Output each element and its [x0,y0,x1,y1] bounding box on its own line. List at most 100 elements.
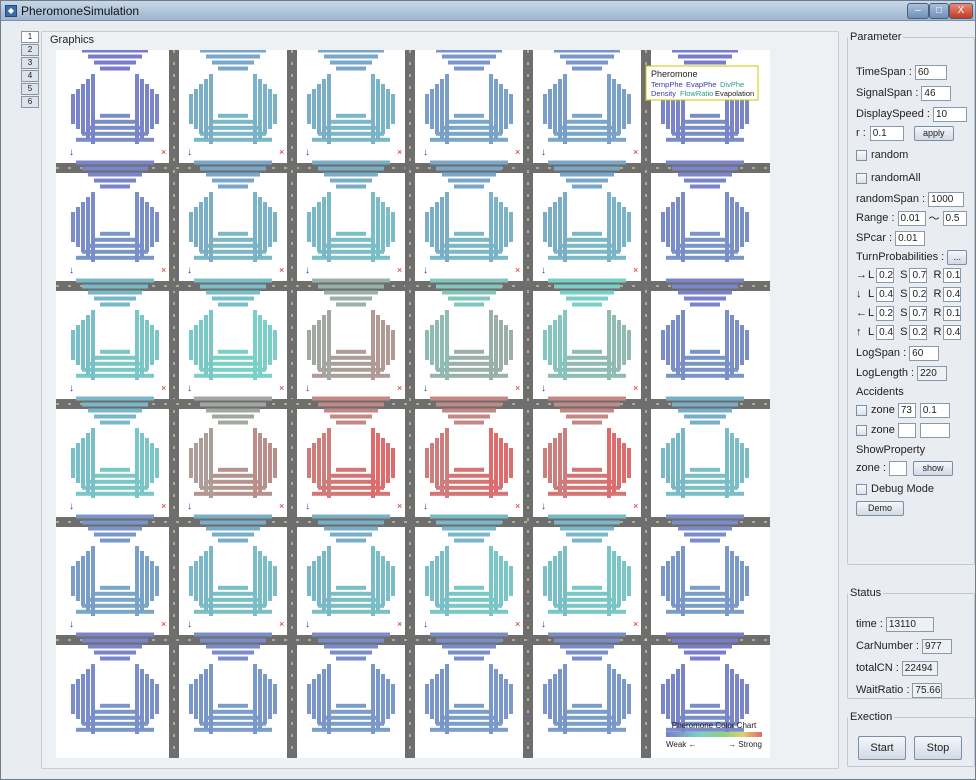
r-input[interactable]: 0.1 [869,125,904,141]
pheromone-bar [381,438,385,488]
pheromone-bar [442,597,496,602]
tab-3[interactable]: 3 [21,57,39,69]
pheromone-bar [253,74,257,144]
legend-heading: Pheromone [651,69,698,79]
horizontal-road [56,517,770,527]
pheromone-bar [442,408,496,413]
pheromone-bar [71,448,75,478]
turn-up-r-input[interactable]: 0.4 [943,324,962,340]
exection-group: Exection Start Stop [847,711,975,767]
pheromone-bar [442,290,496,295]
pheromone-bar [218,113,248,118]
pheromone-bar [690,585,720,590]
pheromone-bar [88,597,142,602]
turn-right-r-input[interactable]: 0.1 [943,267,962,283]
pheromone-bar [324,172,378,177]
turn-down-r-input[interactable]: 0.4 [943,286,962,302]
maximize-button[interactable]: □ [929,3,949,19]
range-max-input[interactable]: 0.5 [942,210,967,226]
pheromone-bar [76,396,154,401]
stop-marker: × [515,383,520,393]
turn-right-l-input[interactable]: 0.2 [876,267,895,283]
accident-zone2-rate-input[interactable] [919,422,950,438]
tab-strip: 1 2 3 4 5 6 [21,31,41,109]
pheromone-bar [376,197,380,257]
accident-zone2-checkbox[interactable] [856,424,867,436]
pheromone-bar [554,284,620,289]
pheromone-bar [572,467,602,472]
start-button[interactable]: Start [858,736,906,760]
demo-button[interactable]: Demo [856,500,904,516]
randomspan-input[interactable]: 1000 [928,191,965,207]
pheromone-bar [263,202,267,252]
random-checkbox[interactable] [856,149,867,161]
accident-zone1-checkbox[interactable] [856,404,867,416]
pheromone-bar [206,715,260,720]
turn-down-s-input[interactable]: 0.2 [909,286,928,302]
show-button[interactable]: show [912,460,953,476]
direction-arrow: ↓ [187,501,192,512]
pheromone-bar [622,679,626,719]
pheromone-bar [312,207,316,247]
pheromone-bar [218,420,248,425]
pheromone-bar [381,674,385,724]
accident-zone2-input[interactable] [897,422,916,438]
turnprob-label: TurnProbabilities : [856,251,945,263]
colorchart-title: Pheromone Color Chart [672,721,757,730]
pheromone-bar [327,546,331,616]
range-min-input[interactable]: 0.01 [897,210,926,226]
pheromone-bar [499,556,503,606]
turn-left-r-input[interactable]: 0.1 [943,305,962,321]
loglength-label: LogLength : [856,367,915,379]
accident-zone1-rate-input[interactable]: 0.1 [919,402,950,418]
displayspeed-input[interactable]: 10 [933,106,967,122]
close-button[interactable]: X [949,3,973,19]
tab-4[interactable]: 4 [21,70,39,82]
legend-flowratio: FlowRatio [680,89,713,98]
minimize-button[interactable]: – [907,3,929,19]
accident-zone1-input[interactable]: 73 [897,402,916,418]
pheromone-bar [627,684,631,714]
tab-2[interactable]: 2 [21,44,39,56]
signalspan-input[interactable]: 46 [921,85,952,101]
pheromone-bar [671,320,675,370]
stop-button[interactable]: Stop [914,736,962,760]
tab-6[interactable]: 6 [21,96,39,108]
turn-up-l-input[interactable]: 0.4 [876,324,895,340]
spcar-input[interactable]: 0.01 [895,230,926,246]
turn-up-s-input[interactable]: 0.2 [909,324,928,340]
turnprob-button[interactable]: ... [947,249,968,265]
pheromone-bar [730,669,734,729]
pheromone-bar [199,320,203,370]
turn-right-s-input[interactable]: 0.7 [909,267,928,283]
turn-down-l-input[interactable]: 0.4 [876,286,895,302]
logspan-input[interactable]: 60 [909,345,940,361]
pheromone-bar [200,402,266,407]
direction-arrow: ↓ [69,501,74,512]
tab-5[interactable]: 5 [21,83,39,95]
pheromone-bar [430,396,508,401]
turn-left-s-input[interactable]: 0.7 [909,305,928,321]
pheromone-bar [430,89,434,129]
pheromone-bar [494,79,498,139]
showproperty-zone-input[interactable] [888,460,907,476]
stop-marker: × [397,383,402,393]
simulation-canvas[interactable]: × ↓ × ↓ × ↓ × ↓ × ↓ × ↓ × ↓ × ↓ × ↓ × ↓ × ↓ × ↓ × ↓ × ↓ × ↓ × ↓ × ↓ × ↓ × ↓ × ↓… [56,42,770,758]
pheromone-bar [548,514,626,519]
pheromone-bar [324,54,378,59]
legend-evapolation: Evapolation [715,89,754,98]
pheromone-bar [430,632,508,637]
pheromone-bar [330,650,372,655]
debug-checkbox[interactable] [856,483,867,495]
pheromone-bar [666,396,744,401]
pheromone-bar [324,243,378,248]
tab-1[interactable]: 1 [21,31,39,43]
pheromone-bar [504,679,508,719]
randomall-checkbox[interactable] [856,172,867,184]
apply-button[interactable]: apply [913,125,954,141]
pheromone-bar [86,433,90,493]
pheromone-bar [676,315,680,375]
turn-left-l-input[interactable]: 0.2 [876,305,895,321]
timespan-input[interactable]: 60 [914,64,947,80]
pheromone-bar [336,703,366,708]
